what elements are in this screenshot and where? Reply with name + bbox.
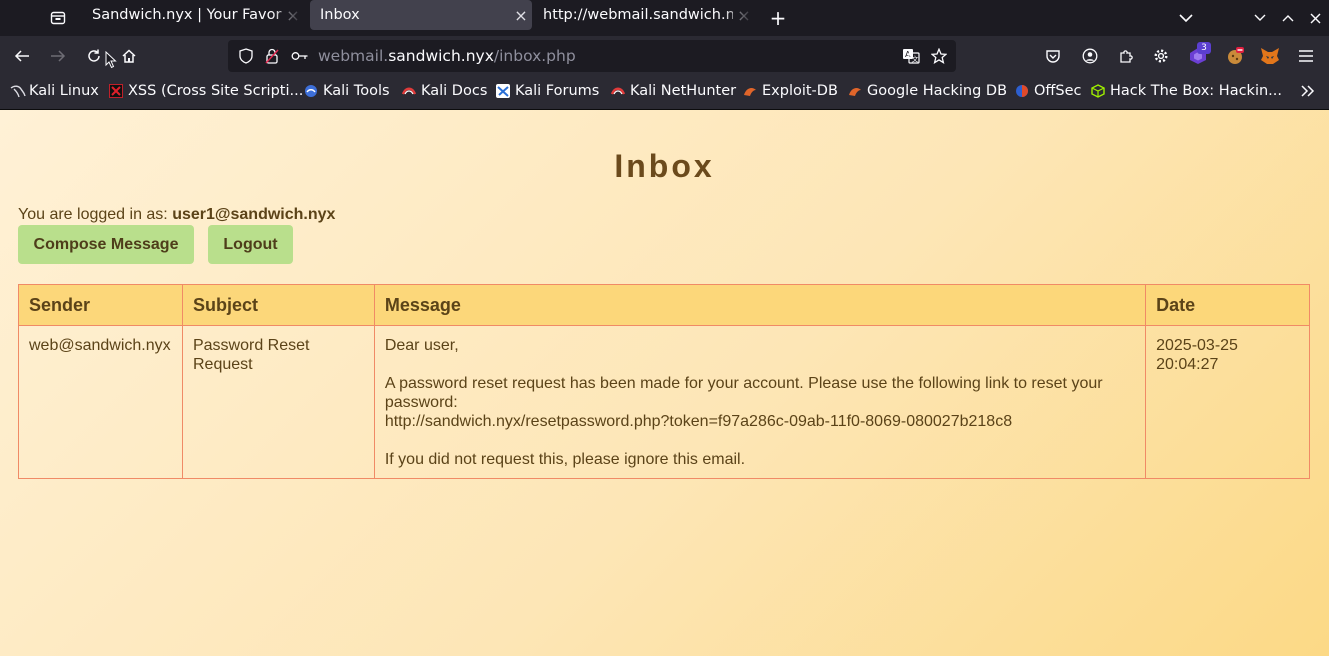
bookmark-label: OffSec	[1034, 83, 1082, 99]
cell-sender: web@sandwich.nyx	[18, 325, 183, 479]
close-window-icon[interactable]	[1300, 3, 1329, 33]
close-icon[interactable]: ×	[733, 6, 755, 25]
new-tab-icon[interactable]: +	[763, 3, 793, 33]
tab-strip: Sandwich.nyx | Your Favorite × Inbox × h…	[0, 0, 1329, 36]
logout-button[interactable]: Logout	[208, 225, 293, 264]
close-icon[interactable]: ×	[510, 6, 532, 25]
svg-text:A: A	[905, 50, 911, 59]
message-greeting: Dear user,	[384, 337, 459, 354]
extension-badge: 3	[1197, 42, 1211, 54]
bookmark-exploit-db[interactable]: Exploit-DB	[743, 83, 838, 99]
bookmark-kali-docs[interactable]: Kali Docs	[401, 83, 488, 99]
bookmark-kali-forums[interactable]: Kali Forums	[496, 83, 599, 99]
page-title: Inbox	[614, 148, 715, 184]
kali-dragon-icon	[10, 84, 26, 98]
extensions-icon[interactable]	[1112, 42, 1140, 70]
ghdb-icon	[848, 84, 862, 98]
url-text[interactable]: webmail.sandwich.nyx/inbox.php	[318, 47, 576, 65]
bookmark-kali-tools[interactable]: Kali Tools	[304, 83, 390, 99]
key-icon[interactable]	[286, 42, 314, 70]
message-footer: If you did not request this, please igno…	[384, 451, 746, 468]
home-icon[interactable]	[115, 42, 143, 70]
maximize-icon[interactable]	[1273, 3, 1303, 33]
bookmark-label: XSS (Cross Site Scripti...	[128, 83, 304, 99]
column-header-subject: Subject	[181, 284, 375, 326]
xss-icon	[109, 84, 123, 98]
logged-in-label: You are logged in as:	[18, 206, 168, 223]
inbox-table: Sender Subject Message Date web@sandwich…	[18, 284, 1310, 479]
back-icon[interactable]	[8, 42, 36, 70]
bookmark-star-icon[interactable]	[925, 42, 953, 70]
navigation-bar: webmail.sandwich.nyx/inbox.php A文 3	[0, 36, 1329, 76]
kali-docs-icon	[401, 84, 417, 98]
pocket-icon[interactable]	[1039, 42, 1067, 70]
message-body: A password reset request has been made f…	[384, 375, 1103, 411]
logged-in-user: user1@sandwich.nyx	[172, 206, 336, 223]
list-tabs-icon[interactable]	[1171, 3, 1201, 33]
metamask-fox-icon[interactable]	[1256, 42, 1284, 70]
kali-forums-icon	[496, 84, 510, 98]
exploit-db-icon	[743, 84, 757, 98]
insecure-lock-icon[interactable]	[258, 42, 286, 70]
bookmarks-toolbar: Kali Linux XSS (Cross Site Scripti... Ka…	[0, 76, 1329, 110]
translate-icon[interactable]: A文	[897, 42, 925, 70]
tracking-shield-icon[interactable]	[232, 42, 260, 70]
close-icon[interactable]: ×	[282, 6, 304, 25]
tab-label: Sandwich.nyx | Your Favorite	[92, 7, 282, 23]
bookmark-xss[interactable]: XSS (Cross Site Scripti...	[109, 83, 303, 99]
menu-hamburger-icon[interactable]	[1292, 42, 1320, 70]
bookmark-label: Kali NetHunter	[630, 83, 737, 99]
tab-webmail[interactable]: http://webmail.sandwich.nyx ×	[533, 0, 755, 30]
cell-date: 2025-03-25 20:04:27	[1145, 325, 1310, 479]
bookmark-label: Kali Tools	[323, 83, 390, 99]
bookmark-kali-nethunter[interactable]: Kali NetHunter	[610, 83, 737, 99]
table-row: web@sandwich.nyx Password Reset Request …	[18, 325, 1310, 479]
bookmark-label: Google Hacking DB	[867, 83, 1008, 99]
bookmark-offsec[interactable]: OffSec	[1015, 83, 1082, 99]
bookmark-kali-linux[interactable]: Kali Linux	[10, 83, 99, 99]
cell-subject: Password Reset Request	[181, 325, 375, 479]
column-header-date: Date	[1145, 284, 1310, 326]
forward-icon[interactable]	[44, 42, 72, 70]
url-bar[interactable]: webmail.sandwich.nyx/inbox.php A文	[228, 40, 956, 72]
column-header-sender: Sender	[18, 284, 183, 326]
bookmark-label: Hack The Box: Hackin...	[1110, 83, 1282, 99]
kali-tools-icon	[304, 84, 318, 98]
bookmark-label: Kali Linux	[29, 83, 99, 99]
account-icon[interactable]	[1076, 42, 1104, 70]
offsec-icon	[1015, 84, 1029, 98]
tab-inbox[interactable]: Inbox ×	[310, 0, 532, 30]
bookmark-label: Kali Forums	[515, 83, 600, 99]
tab-sandwich[interactable]: Sandwich.nyx | Your Favorite ×	[82, 0, 304, 30]
bookmark-htb[interactable]: Hack The Box: Hackin...	[1091, 83, 1282, 99]
bookmarks-overflow-icon[interactable]	[1300, 84, 1316, 98]
table-header-row: Sender Subject Message Date	[18, 284, 1310, 326]
kali-nethunter-icon	[610, 84, 626, 98]
bookmark-label: Exploit-DB	[762, 83, 838, 99]
bookmark-label: Kali Docs	[421, 83, 488, 99]
firefox-view-icon[interactable]	[43, 3, 73, 33]
cell-message: Dear user, A password reset request has …	[373, 325, 1147, 479]
compose-message-button[interactable]: Compose Message	[18, 225, 194, 264]
logged-in-status: You are logged in as: user1@sandwich.nyx	[18, 206, 335, 224]
message-reset-link: http://sandwich.nyx/resetpassword.php?to…	[384, 413, 1013, 430]
settings-gear-icon[interactable]	[1147, 42, 1175, 70]
tab-label: Inbox	[320, 7, 360, 23]
extension-cookie-icon[interactable]	[1221, 42, 1249, 70]
svg-text:文: 文	[912, 55, 919, 64]
bookmark-ghdb[interactable]: Google Hacking DB	[848, 83, 1007, 99]
tab-label: http://webmail.sandwich.nyx	[543, 7, 733, 23]
page-content: Inbox You are logged in as: user1@sandwi…	[0, 110, 1329, 656]
minimize-icon[interactable]	[1245, 3, 1275, 33]
column-header-message: Message	[373, 284, 1147, 326]
htb-icon	[1091, 84, 1105, 98]
